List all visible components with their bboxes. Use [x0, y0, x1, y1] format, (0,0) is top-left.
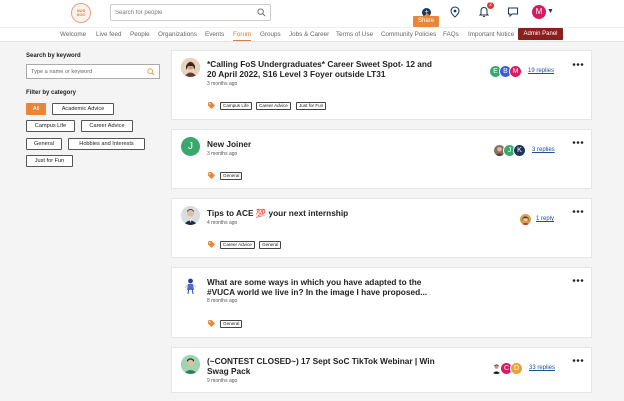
post-tag[interactable]: Campus Life [220, 102, 252, 110]
reply-avatar[interactable]: D [510, 362, 523, 375]
chevron-down-icon[interactable]: ▼ [547, 8, 554, 15]
category-chip-just-for-fun[interactable]: Just for Fun [26, 155, 73, 167]
forum-filter-sidebar: Search by keyword Filter by category All… [26, 53, 162, 167]
top-bar: NUS SOC + Share 2 M ▼ [0, 0, 624, 27]
more-options-icon[interactable] [572, 62, 584, 67]
notification-badge: 2 [487, 2, 494, 9]
nav-faqs[interactable]: FAQs [443, 30, 459, 39]
post-tag[interactable]: General [259, 241, 282, 249]
category-chip-career-advice[interactable]: Career Advice [81, 120, 133, 132]
tag-icon [208, 102, 215, 109]
keyword-search[interactable] [26, 64, 160, 79]
author-avatar[interactable] [181, 355, 200, 374]
tag-icon [208, 172, 215, 179]
category-chip-academic-advice[interactable]: Academic Advice [52, 103, 114, 115]
post-tag[interactable]: General [220, 320, 243, 328]
category-chip-all[interactable]: All [26, 103, 46, 115]
keyword-search-input[interactable] [31, 67, 141, 77]
replies-link[interactable]: 1 reply [536, 216, 554, 222]
nav-important-notice[interactable]: Important Notice [468, 30, 514, 39]
share-tooltip: Share [413, 13, 439, 27]
author-avatar[interactable] [181, 58, 200, 77]
main-nav: Welcome Live feed People Organizations E… [0, 27, 624, 42]
nav-live-feed[interactable]: Live feed [96, 30, 122, 39]
replies-link[interactable]: 19 replies [528, 68, 554, 74]
author-avatar[interactable]: J [181, 137, 200, 156]
search-icon[interactable] [257, 8, 266, 17]
more-options-icon[interactable] [572, 358, 584, 363]
more-options-icon[interactable] [572, 140, 584, 145]
category-heading: Filter by category [26, 90, 77, 96]
post-title[interactable]: What are some ways in which you have ada… [207, 277, 447, 297]
post-title[interactable]: *Calling FoS Undergraduates* Career Swee… [207, 59, 437, 79]
nav-forum[interactable]: Forum [233, 30, 252, 41]
nav-welcome[interactable]: Welcome [60, 30, 86, 39]
forum-post-card[interactable]: J New Joiner 3 months ago General J K 3 … [171, 129, 592, 189]
forum-post-card[interactable]: Tips to ACE 💯 your next internship 4 mon… [171, 198, 592, 258]
post-timestamp: 3 months ago [207, 151, 238, 157]
post-title[interactable]: New Joiner [207, 139, 437, 149]
nav-community-policies[interactable]: Community Policies [381, 30, 436, 39]
post-title[interactable]: (~CONTEST CLOSED~) 17 Sept SoC TikTok We… [207, 356, 437, 376]
forum-post-card[interactable]: What are some ways in which you have ada… [171, 267, 592, 338]
chat-icon[interactable] [507, 6, 519, 18]
nav-events[interactable]: Events [205, 30, 224, 39]
post-timestamp: 8 months ago [207, 298, 238, 304]
people-search[interactable] [110, 4, 271, 21]
post-tag[interactable]: General [220, 172, 243, 180]
post-tag[interactable]: Just for Fun [296, 102, 327, 110]
search-icon[interactable] [147, 68, 155, 76]
replies-link[interactable]: 33 replies [529, 365, 555, 371]
replies-link[interactable]: 3 replies [532, 147, 555, 153]
tag-icon [208, 320, 215, 327]
author-avatar[interactable] [181, 206, 200, 225]
forum-post-card[interactable]: (~CONTEST CLOSED~) 17 Sept SoC TikTok We… [171, 347, 592, 393]
post-title[interactable]: Tips to ACE 💯 your next internship [207, 208, 437, 218]
post-timestamp: 9 months ago [207, 378, 238, 384]
nav-people[interactable]: People [130, 30, 150, 39]
category-chip-campus-life[interactable]: Campus Life [26, 120, 75, 132]
nav-terms-of-use[interactable]: Terms of Use [336, 30, 373, 39]
category-chip-hobbies-and-interests[interactable]: Hobbies and Interests [68, 138, 145, 150]
author-avatar[interactable] [181, 276, 200, 295]
post-tag[interactable]: Career Advice [220, 241, 255, 249]
app-logo[interactable]: NUS SOC [71, 3, 91, 23]
reply-avatar[interactable]: K [513, 144, 526, 157]
keyword-heading: Search by keyword [26, 53, 81, 59]
nav-jobs-career[interactable]: Jobs & Career [289, 30, 329, 39]
reply-avatar[interactable] [519, 213, 532, 226]
tag-icon [208, 241, 215, 248]
people-search-input[interactable] [115, 7, 255, 19]
post-timestamp: 4 months ago [207, 220, 238, 226]
location-pin-icon[interactable] [449, 6, 461, 18]
more-options-icon[interactable] [572, 278, 584, 283]
post-timestamp: 3 months ago [207, 81, 238, 87]
forum-post-card[interactable]: *Calling FoS Undergraduates* Career Swee… [171, 50, 592, 120]
category-chip-general[interactable]: General [26, 138, 62, 150]
post-tag[interactable]: Career Advice [256, 102, 291, 110]
nav-groups[interactable]: Groups [260, 30, 281, 39]
nav-organizations[interactable]: Organizations [158, 30, 197, 39]
more-options-icon[interactable] [572, 209, 584, 214]
reply-avatar[interactable]: M [509, 65, 522, 78]
admin-panel-button[interactable]: Admin Panel [518, 28, 563, 40]
user-avatar[interactable]: M [532, 5, 546, 19]
